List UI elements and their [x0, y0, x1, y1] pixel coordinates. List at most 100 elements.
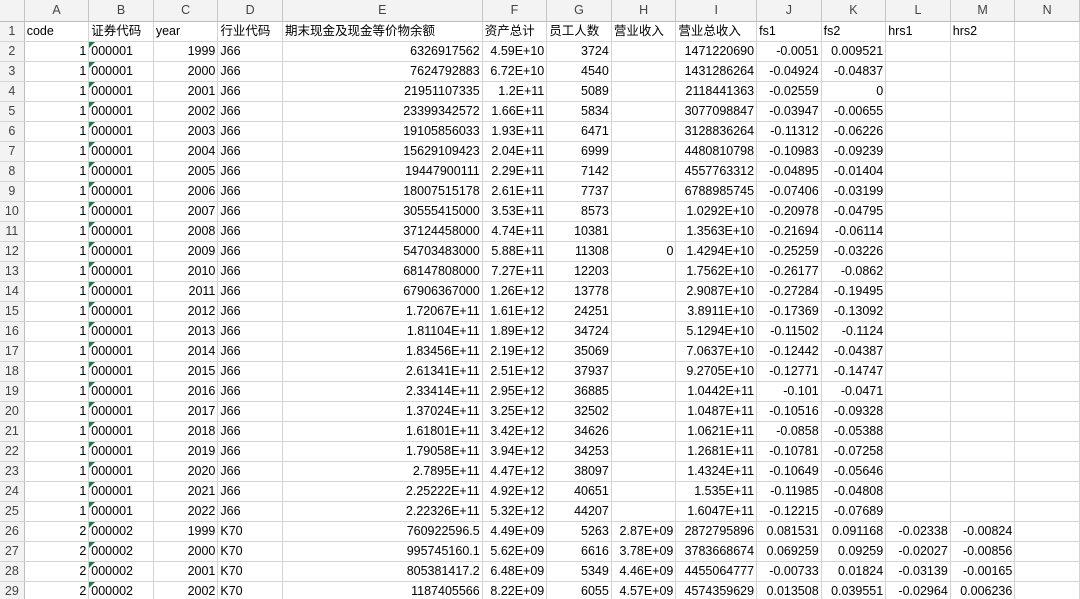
- column-header-k[interactable]: K: [821, 0, 887, 22]
- cell-m[interactable]: [950, 341, 1016, 362]
- column-header-n[interactable]: N: [1014, 0, 1080, 22]
- cell-k[interactable]: 0: [821, 81, 887, 102]
- cell-l[interactable]: [885, 421, 951, 442]
- cell-m[interactable]: -0.00824: [950, 521, 1016, 542]
- cell-e[interactable]: 54703483000: [282, 241, 483, 262]
- cell-e[interactable]: 995745160.1: [282, 541, 483, 562]
- cell-i[interactable]: 3.8911E+10: [675, 301, 758, 322]
- cell-m[interactable]: [950, 461, 1016, 482]
- cell-a[interactable]: 1: [24, 321, 90, 342]
- cell-a[interactable]: 2: [24, 581, 90, 599]
- cell-d[interactable]: J66: [217, 201, 283, 222]
- cell-g[interactable]: 34724: [546, 321, 612, 342]
- cell-l[interactable]: [885, 61, 951, 82]
- cell-l[interactable]: [885, 141, 951, 162]
- cell-c[interactable]: 2006: [153, 181, 219, 202]
- cell-c[interactable]: 2017: [153, 401, 219, 422]
- cell-f[interactable]: 2.04E+11: [482, 141, 548, 162]
- cell-e[interactable]: 7624792883: [282, 61, 483, 82]
- row-header[interactable]: 18: [0, 361, 25, 382]
- cell-c[interactable]: 2019: [153, 441, 219, 462]
- cell-c[interactable]: 2000: [153, 541, 219, 562]
- column-header-a[interactable]: A: [24, 0, 90, 22]
- row-header[interactable]: 2: [0, 41, 25, 62]
- cell-h[interactable]: [611, 341, 677, 362]
- row-header[interactable]: 28: [0, 561, 25, 582]
- cell-d[interactable]: J66: [217, 441, 283, 462]
- cell-a[interactable]: 1: [24, 341, 90, 362]
- cell-h[interactable]: [611, 101, 677, 122]
- cell-g[interactable]: 5263: [546, 521, 612, 542]
- cell-a[interactable]: 1: [24, 461, 90, 482]
- cell-d[interactable]: K70: [217, 541, 283, 562]
- cell-i[interactable]: 1.4324E+11: [675, 461, 758, 482]
- cell-m[interactable]: -0.00856: [950, 541, 1016, 562]
- cell-g[interactable]: 34626: [546, 421, 612, 442]
- cell-h[interactable]: [611, 361, 677, 382]
- cell-c[interactable]: 2000: [153, 61, 219, 82]
- cell-g[interactable]: 13778: [546, 281, 612, 302]
- cell-e[interactable]: 1.79058E+11: [282, 441, 483, 462]
- column-header-d[interactable]: D: [217, 0, 283, 22]
- cell-k[interactable]: -0.01404: [821, 161, 887, 182]
- cell-g[interactable]: 36885: [546, 381, 612, 402]
- cell-h[interactable]: [611, 161, 677, 182]
- cell-m[interactable]: [950, 261, 1016, 282]
- cell-d[interactable]: J66: [217, 481, 283, 502]
- cell-f[interactable]: 2.95E+12: [482, 381, 548, 402]
- cell-c[interactable]: 2021: [153, 481, 219, 502]
- cell-e[interactable]: 2.7895E+11: [282, 461, 483, 482]
- row-header[interactable]: 26: [0, 521, 25, 542]
- column-header-j[interactable]: J: [756, 0, 822, 22]
- cell-n[interactable]: [1014, 361, 1080, 382]
- cell-g[interactable]: 7142: [546, 161, 612, 182]
- cell-f[interactable]: 2.29E+11: [482, 161, 548, 182]
- column-header-m[interactable]: M: [950, 0, 1016, 22]
- cell-k[interactable]: -0.04387: [821, 341, 887, 362]
- cell-d[interactable]: J66: [217, 61, 283, 82]
- cell-g[interactable]: 5349: [546, 561, 612, 582]
- cell-g[interactable]: 6616: [546, 541, 612, 562]
- cell-g[interactable]: 8573: [546, 201, 612, 222]
- cell-n[interactable]: [1014, 321, 1080, 342]
- cell-l[interactable]: [885, 101, 951, 122]
- cell-l[interactable]: [885, 121, 951, 142]
- cell-d[interactable]: K70: [217, 521, 283, 542]
- cell-f[interactable]: 4.49E+09: [482, 521, 548, 542]
- cell-n[interactable]: [1014, 441, 1080, 462]
- cell-b[interactable]: 000001: [88, 261, 154, 282]
- cell-i[interactable]: 1.0487E+11: [675, 401, 758, 422]
- column-header-i[interactable]: I: [675, 0, 758, 22]
- cell-k[interactable]: -0.13092: [821, 301, 887, 322]
- column-header-f[interactable]: F: [482, 0, 548, 22]
- cell-c[interactable]: 2001: [153, 81, 219, 102]
- cell-f[interactable]: 2.51E+12: [482, 361, 548, 382]
- cell-j[interactable]: 0.069259: [756, 541, 822, 562]
- cell-b[interactable]: 000001: [88, 121, 154, 142]
- cell-k[interactable]: -0.14747: [821, 361, 887, 382]
- cell-b[interactable]: 000001: [88, 381, 154, 402]
- cell-e[interactable]: 期末现金及现金等价物余额: [282, 21, 483, 42]
- cell-a[interactable]: 1: [24, 221, 90, 242]
- cell-f[interactable]: 3.94E+12: [482, 441, 548, 462]
- cell-n[interactable]: [1014, 121, 1080, 142]
- cell-a[interactable]: 1: [24, 261, 90, 282]
- row-header[interactable]: 20: [0, 401, 25, 422]
- cell-j[interactable]: -0.12215: [756, 501, 822, 522]
- cell-l[interactable]: [885, 221, 951, 242]
- cell-e[interactable]: 21951107335: [282, 81, 483, 102]
- cell-e[interactable]: 6326917562: [282, 41, 483, 62]
- column-header-l[interactable]: L: [885, 0, 951, 22]
- cell-n[interactable]: [1014, 81, 1080, 102]
- cell-a[interactable]: 1: [24, 241, 90, 262]
- cell-a[interactable]: 1: [24, 441, 90, 462]
- cell-f[interactable]: 2.61E+11: [482, 181, 548, 202]
- cell-g[interactable]: 34253: [546, 441, 612, 462]
- cell-n[interactable]: [1014, 181, 1080, 202]
- cell-i[interactable]: 3783668674: [675, 541, 758, 562]
- cell-e[interactable]: 19447900111: [282, 161, 483, 182]
- cell-c[interactable]: 2010: [153, 261, 219, 282]
- cell-n[interactable]: [1014, 261, 1080, 282]
- cell-b[interactable]: 000001: [88, 141, 154, 162]
- cell-l[interactable]: -0.02338: [885, 521, 951, 542]
